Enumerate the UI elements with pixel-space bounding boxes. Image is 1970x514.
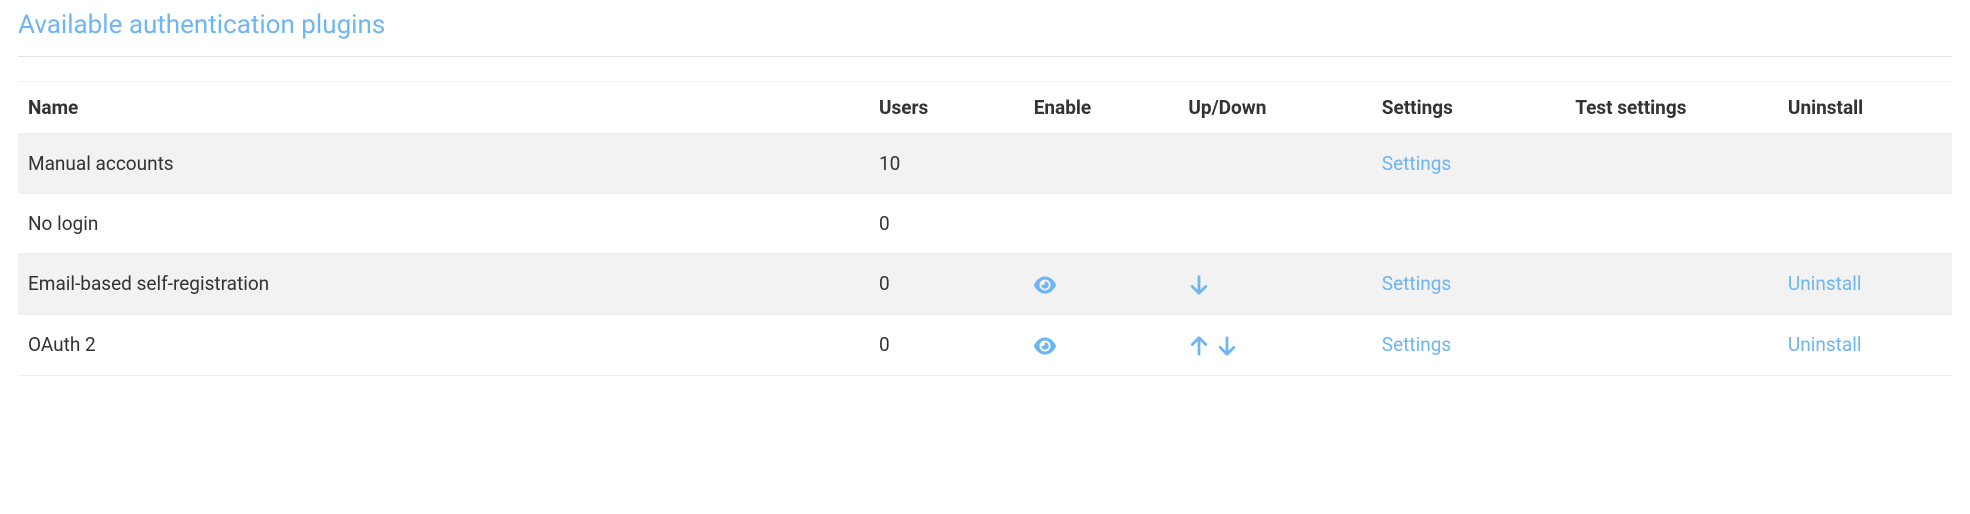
section-title: Available authentication plugins <box>18 10 1952 57</box>
plugin-enable-cell <box>1024 254 1179 315</box>
plugin-settings-cell: Settings <box>1372 314 1565 375</box>
uninstall-link[interactable]: Uninstall <box>1788 333 1862 356</box>
plugin-settings-cell: Settings <box>1372 254 1565 315</box>
plugin-settings-cell <box>1372 194 1565 254</box>
settings-link[interactable]: Settings <box>1382 272 1451 295</box>
table-row: OAuth 20 Settings Uninstall <box>18 314 1952 375</box>
eye-icon[interactable] <box>1034 274 1056 296</box>
arrow-down-icon[interactable] <box>1216 335 1238 357</box>
plugin-enable-cell <box>1024 134 1179 194</box>
plugin-enable-cell <box>1024 314 1179 375</box>
plugin-test-cell <box>1565 194 1778 254</box>
plugin-users: 0 <box>869 314 1024 375</box>
settings-link[interactable]: Settings <box>1382 152 1451 175</box>
arrow-up-icon[interactable] <box>1188 335 1210 357</box>
uninstall-link[interactable]: Uninstall <box>1788 272 1862 295</box>
table-row: No login0 <box>18 194 1952 254</box>
plugin-name: Email-based self-registration <box>18 254 869 315</box>
header-updown: Up/Down <box>1178 82 1371 134</box>
header-settings: Settings <box>1372 82 1565 134</box>
plugin-uninstall-cell <box>1778 134 1952 194</box>
arrow-down-icon[interactable] <box>1188 274 1210 296</box>
header-name: Name <box>18 82 869 134</box>
plugin-updown-cell <box>1178 314 1371 375</box>
header-uninstall: Uninstall <box>1778 82 1952 134</box>
plugin-test-cell <box>1565 254 1778 315</box>
header-users: Users <box>869 82 1024 134</box>
plugin-updown-cell <box>1178 254 1371 315</box>
plugin-enable-cell <box>1024 194 1179 254</box>
plugin-updown-cell <box>1178 134 1371 194</box>
plugin-uninstall-cell: Uninstall <box>1778 314 1952 375</box>
plugin-users: 0 <box>869 254 1024 315</box>
plugin-users: 0 <box>869 194 1024 254</box>
plugin-uninstall-cell <box>1778 194 1952 254</box>
plugin-name: Manual accounts <box>18 134 869 194</box>
auth-plugins-table: Name Users Enable Up/Down Settings Test … <box>18 81 1952 376</box>
plugin-test-cell <box>1565 314 1778 375</box>
plugin-uninstall-cell: Uninstall <box>1778 254 1952 315</box>
plugin-name: No login <box>18 194 869 254</box>
settings-link[interactable]: Settings <box>1382 333 1451 356</box>
header-test: Test settings <box>1565 82 1778 134</box>
table-row: Email-based self-registration0 Settings Un… <box>18 254 1952 315</box>
plugin-name: OAuth 2 <box>18 314 869 375</box>
table-row: Manual accounts10 Settings <box>18 134 1952 194</box>
plugin-updown-cell <box>1178 194 1371 254</box>
plugin-users: 10 <box>869 134 1024 194</box>
plugin-settings-cell: Settings <box>1372 134 1565 194</box>
eye-icon[interactable] <box>1034 335 1056 357</box>
plugin-test-cell <box>1565 134 1778 194</box>
header-enable: Enable <box>1024 82 1179 134</box>
